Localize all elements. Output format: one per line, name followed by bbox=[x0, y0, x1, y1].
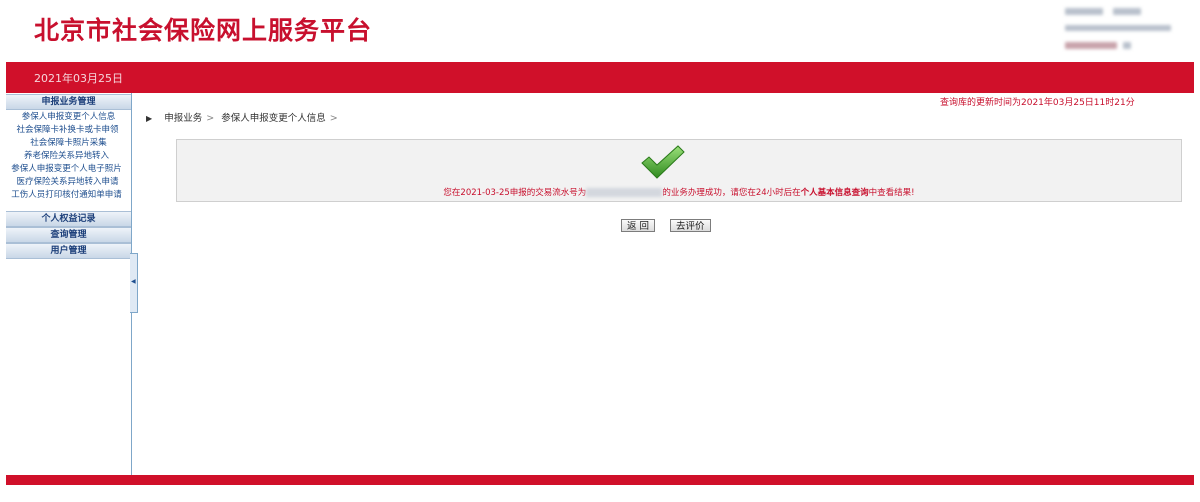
bottom-bar bbox=[6, 475, 1194, 485]
site-header: 北京市社会保险网上服务平台 bbox=[0, 0, 1200, 62]
sidebar-item-change-personal-info[interactable]: 参保人申报变更个人信息 bbox=[5, 111, 132, 123]
serial-number-blurred bbox=[586, 188, 663, 197]
sidebar-item-electronic-photo[interactable]: 参保人申报变更个人电子照片 bbox=[3, 163, 130, 175]
sidebar-item-medical-transfer[interactable]: 医疗保险关系异地转入申请 bbox=[4, 176, 131, 188]
sidebar-section-user[interactable]: 用户管理 bbox=[6, 243, 131, 259]
result-msg-suffix: 中查看结果! bbox=[868, 188, 915, 198]
sidebar-item-social-card-replacement[interactable]: 社会保障卡补换卡或卡申领 bbox=[4, 124, 131, 136]
page-root: 北京市社会保险网上服务平台 2021年03月25日 申报业务管理 参保人申报变更… bbox=[0, 0, 1200, 502]
result-panel: 您在2021-03-25申报的交易流水号为 的业务办理成功，请您在24小时后在个人… bbox=[176, 139, 1182, 202]
breadcrumb-item-declaration[interactable]: 申报业务 bbox=[164, 113, 202, 124]
current-date: 2021年03月25日 bbox=[34, 72, 123, 85]
sidebar-section-personal-rights[interactable]: 个人权益记录 bbox=[6, 211, 131, 227]
triangle-right-icon: ▶ bbox=[146, 114, 153, 123]
back-button[interactable]: 返 回 bbox=[621, 219, 656, 232]
sidebar-item-injury-notice[interactable]: 工伤人员打印核付通知单申请 bbox=[3, 189, 130, 201]
chevron-left-icon: ◀ bbox=[131, 278, 136, 285]
result-msg-prefix: 您在2021-03-25申报的交易流水号为 bbox=[443, 188, 587, 198]
sidebar-collapse-toggle[interactable]: ◀ bbox=[130, 253, 138, 313]
sidebar-item-social-card-photo[interactable]: 社会保障卡照片采集 bbox=[5, 137, 132, 149]
user-info-blurred bbox=[1063, 4, 1178, 54]
result-message: 您在2021-03-25申报的交易流水号为 的业务办理成功，请您在24小时后在个人… bbox=[177, 186, 1181, 198]
evaluate-button[interactable]: 去评价 bbox=[670, 219, 711, 232]
site-title: 北京市社会保险网上服务平台 bbox=[34, 16, 373, 45]
sidebar-section-declaration[interactable]: 申报业务管理 bbox=[6, 94, 131, 110]
breadcrumb: ▶ 申报业务 > 参保人申报变更个人信息 > bbox=[146, 110, 342, 124]
result-msg-middle: 的业务办理成功，请您在24小时后在 bbox=[662, 188, 801, 198]
breadcrumb-item-change-info[interactable]: 参保人申报变更个人信息 bbox=[221, 113, 326, 124]
checkmark-icon bbox=[641, 145, 685, 179]
breadcrumb-separator: > bbox=[206, 113, 215, 124]
top-date-bar: 2021年03月25日 bbox=[6, 62, 1194, 93]
breadcrumb-separator: > bbox=[329, 113, 338, 124]
sidebar-section-query[interactable]: 查询管理 bbox=[6, 227, 131, 243]
personal-info-query-link[interactable]: 个人基本信息查询 bbox=[801, 188, 869, 198]
sidebar-item-pension-transfer[interactable]: 养老保险关系异地转入 bbox=[3, 150, 130, 162]
sidebar: 申报业务管理 参保人申报变更个人信息 社会保障卡补换卡或卡申领 社会保障卡照片采… bbox=[6, 93, 132, 475]
db-update-time: 查询库的更新时间为2021年03月25日11时21分 bbox=[940, 98, 1135, 108]
